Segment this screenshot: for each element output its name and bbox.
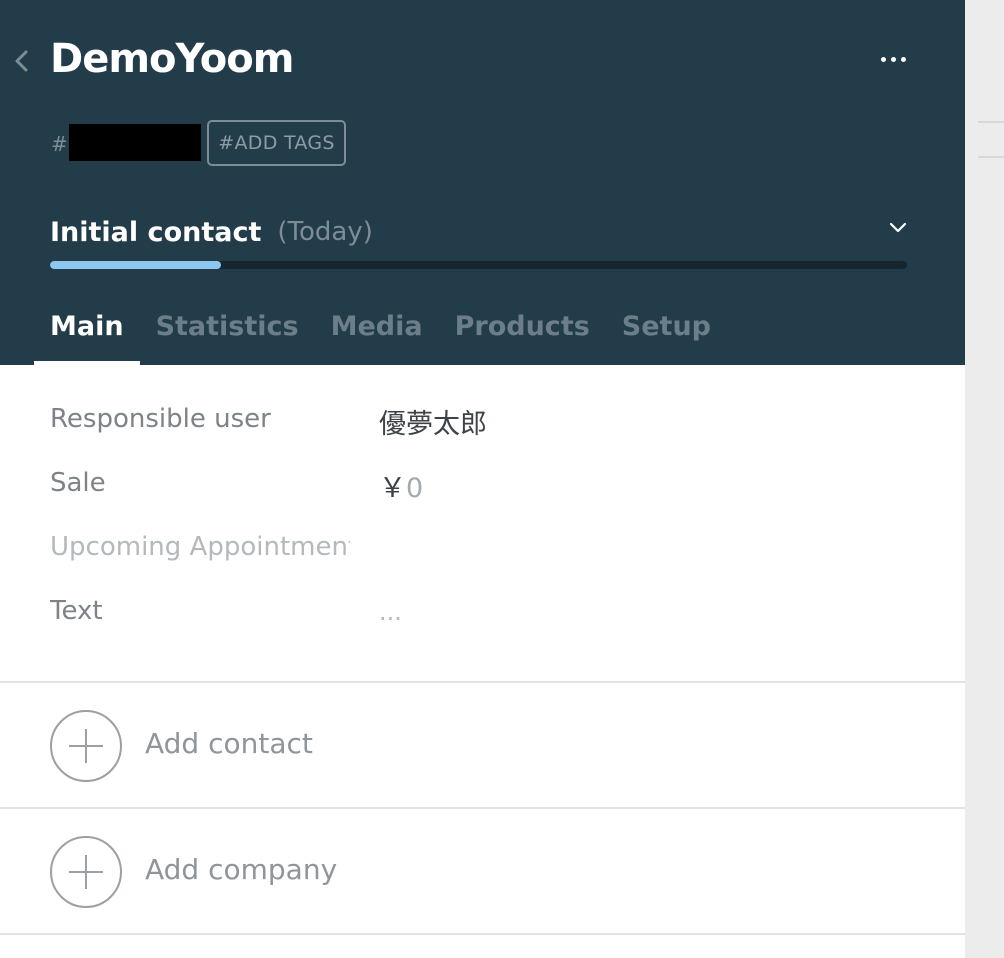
tab-statistics[interactable]: Statistics (140, 305, 315, 365)
field-responsible-user: Responsible user 優夢太郎 (50, 400, 930, 464)
more-dot-icon (890, 56, 896, 62)
lead-title[interactable]: DemoYoom (50, 36, 294, 82)
add-contact-button[interactable]: Add contact (0, 683, 965, 807)
back-button[interactable] (8, 46, 34, 76)
chevron-down-icon (889, 222, 907, 233)
add-company-label: Add company (145, 853, 338, 886)
add-tags-button[interactable]: #ADD TAGS (207, 120, 346, 166)
more-dot-icon (880, 56, 886, 62)
tab-bar: Main Statistics Media Products Setup (34, 305, 727, 365)
lead-card-panel: DemoYoom # #ADD TAGS Initial contact (To… (0, 0, 965, 958)
field-label: Upcoming Appointment (50, 532, 350, 562)
responsible-user-select[interactable]: 優夢太郎 (379, 402, 487, 441)
tab-media[interactable]: Media (315, 305, 439, 365)
currency-symbol: ￥ (379, 473, 406, 504)
sale-amount: 0 (406, 473, 424, 504)
tab-main[interactable]: Main (34, 305, 140, 365)
field-label: Text (50, 596, 103, 626)
side-panel-divider (978, 156, 1004, 158)
field-text: Text ... (50, 592, 930, 656)
field-label: Responsible user (50, 404, 271, 434)
stage-progress-fill (50, 261, 222, 269)
chevron-left-icon (15, 50, 28, 72)
side-panel-divider (978, 121, 1004, 123)
divider (0, 933, 965, 935)
tag-hash: # (51, 132, 68, 156)
stage-date: (Today) (277, 217, 373, 247)
main-fields: Responsible user 優夢太郎 Sale ￥0 Upcoming A… (50, 400, 930, 656)
add-company-button[interactable]: Add company (0, 809, 965, 933)
sale-input[interactable]: ￥0 (379, 466, 423, 505)
tab-products[interactable]: Products (439, 305, 606, 365)
redacted-tag (69, 124, 201, 161)
stage-name: Initial contact (50, 216, 262, 248)
more-dot-icon (900, 56, 906, 62)
plus-circle-icon (50, 710, 122, 782)
pipeline-stage-selector[interactable]: Initial contact (Today) (50, 212, 910, 252)
field-upcoming-appointment: Upcoming Appointment (50, 528, 930, 592)
field-label: Sale (50, 468, 106, 498)
text-input[interactable]: ... (379, 598, 402, 626)
add-contact-label: Add contact (145, 727, 313, 760)
tab-setup[interactable]: Setup (606, 305, 727, 365)
lead-header: DemoYoom # #ADD TAGS Initial contact (To… (0, 0, 965, 365)
field-sale: Sale ￥0 (50, 464, 930, 528)
plus-circle-icon (50, 836, 122, 908)
stage-progress-bar (50, 261, 907, 269)
more-options-button[interactable] (872, 46, 914, 72)
